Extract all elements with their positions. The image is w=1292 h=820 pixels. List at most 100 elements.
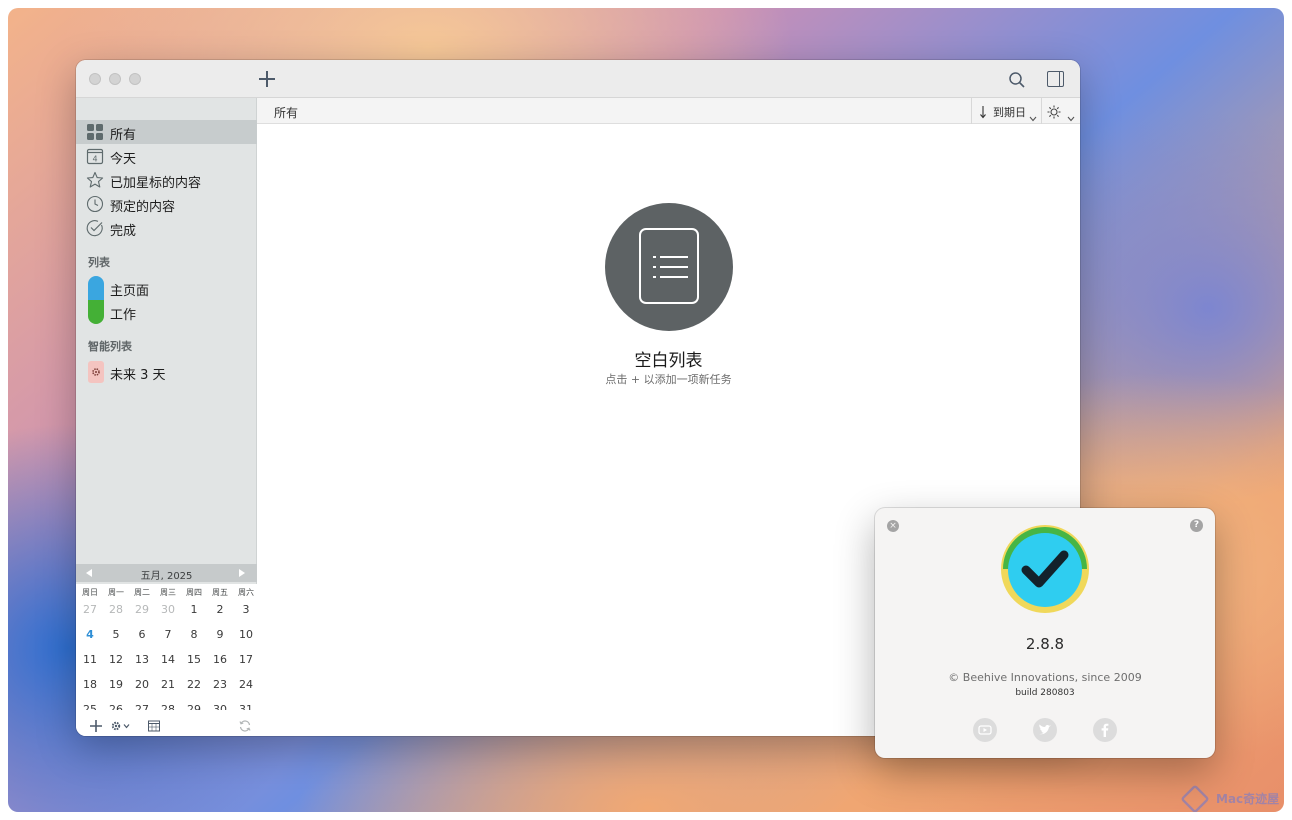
calendar-day[interactable]: 19 bbox=[103, 678, 129, 691]
calendar-day[interactable]: 29 bbox=[129, 603, 155, 616]
sort-by-due-date-button[interactable]: 到期日 bbox=[971, 98, 1041, 124]
calendar-day[interactable]: 9 bbox=[207, 628, 233, 641]
add-list-icon[interactable] bbox=[90, 717, 102, 732]
calendar-day[interactable]: 23 bbox=[207, 678, 233, 691]
calendar-day[interactable]: 11 bbox=[77, 653, 103, 666]
minimize-window-button[interactable] bbox=[109, 73, 121, 85]
calendar-day[interactable]: 17 bbox=[233, 653, 259, 666]
check-circle-icon bbox=[86, 219, 104, 237]
sidebar-item-label: 已加星标的内容 bbox=[110, 176, 202, 191]
calendar-next-icon[interactable] bbox=[239, 569, 245, 577]
twitter-icon[interactable] bbox=[1033, 718, 1057, 742]
sidebar-item-starred[interactable]: 已加星标的内容 bbox=[76, 168, 257, 192]
calendar-day[interactable]: 1 bbox=[181, 603, 207, 616]
build-number: build 280803 bbox=[1015, 688, 1075, 698]
calendar-weekday-label: 周日 bbox=[82, 588, 98, 597]
help-icon[interactable]: ? bbox=[1190, 519, 1203, 532]
watermark-text: Mac奇迹屋 bbox=[1216, 792, 1280, 806]
chevron-down-icon bbox=[1029, 107, 1037, 122]
youtube-icon[interactable] bbox=[973, 718, 997, 742]
sidebar-item-list-work[interactable]: 工作 bbox=[76, 300, 257, 324]
empty-list-title: 空白列表 bbox=[634, 351, 703, 371]
sidebar-item-label: 今天 bbox=[110, 152, 137, 167]
calendar-day[interactable]: 21 bbox=[155, 678, 181, 691]
empty-list-illustration bbox=[605, 203, 733, 331]
settings-gear-icon[interactable] bbox=[110, 717, 132, 731]
calendar-day[interactable]: 3 bbox=[233, 603, 259, 616]
zoom-window-button[interactable] bbox=[129, 73, 141, 85]
mini-calendar-grid: 周日 周一 周二 周三 周四 周五 周六 27 28 29 30 1 2 3 4 5 6 7 8 9 10 11 12 13 1… bbox=[76, 584, 259, 736]
search-icon[interactable] bbox=[1008, 71, 1026, 89]
sidebar-item-scheduled[interactable]: 预定的内容 bbox=[76, 192, 257, 216]
calendar-toggle-icon[interactable] bbox=[148, 717, 160, 732]
close-icon[interactable]: × bbox=[887, 520, 899, 532]
sync-icon[interactable] bbox=[239, 717, 251, 732]
calendar-day[interactable]: 20 bbox=[129, 678, 155, 691]
sidebar: 所有 4 今天 已加星标的内容 预定的内容 完成 列表 主页面 工作 智能列表 … bbox=[76, 98, 257, 736]
sidebar-item-smart-next-3-days[interactable]: 未来 3 天 bbox=[76, 360, 257, 384]
smart-lists-section-header: 智能列表 bbox=[88, 340, 132, 353]
grid-icon bbox=[86, 123, 104, 141]
calendar-day[interactable]: 15 bbox=[181, 653, 207, 666]
svg-text:4: 4 bbox=[92, 155, 97, 164]
sort-arrow-icon bbox=[978, 104, 988, 119]
empty-list-hint: 点击 + 以添加一项新任务 bbox=[605, 373, 732, 386]
view-options-button[interactable] bbox=[1041, 98, 1080, 124]
sidebar-item-label: 完成 bbox=[110, 224, 137, 239]
list-color-swatch bbox=[88, 276, 104, 300]
sidebar-toggle-icon[interactable] bbox=[1047, 71, 1064, 87]
calendar-day[interactable]: 6 bbox=[129, 628, 155, 641]
calendar-day[interactable]: 18 bbox=[77, 678, 103, 691]
calendar-day[interactable]: 2 bbox=[207, 603, 233, 616]
sidebar-item-label: 所有 bbox=[110, 128, 137, 143]
title-bar bbox=[76, 60, 1080, 98]
calendar-day[interactable]: 5 bbox=[103, 628, 129, 641]
watermark-logo-icon bbox=[1180, 784, 1210, 812]
calendar-day-icon: 4 bbox=[86, 147, 104, 165]
calendar-day[interactable]: 13 bbox=[129, 653, 155, 666]
lists-section-header: 列表 bbox=[88, 256, 110, 269]
calendar-weekday-label: 周二 bbox=[134, 588, 150, 597]
sidebar-item-today[interactable]: 4 今天 bbox=[76, 144, 257, 168]
add-task-button[interactable] bbox=[256, 68, 278, 90]
gear-icon bbox=[88, 361, 104, 383]
calendar-day[interactable]: 7 bbox=[155, 628, 181, 641]
sidebar-item-label: 预定的内容 bbox=[110, 200, 176, 215]
calendar-day[interactable]: 28 bbox=[103, 603, 129, 616]
calendar-weekday-label: 周五 bbox=[212, 588, 228, 597]
calendar-weekday-label: 周三 bbox=[160, 588, 176, 597]
calendar-day[interactable]: 10 bbox=[233, 628, 259, 641]
app-version: 2.8.8 bbox=[1025, 635, 1065, 653]
calendar-day[interactable]: 14 bbox=[155, 653, 181, 666]
calendar-day[interactable]: 24 bbox=[233, 678, 259, 691]
sidebar-item-all[interactable]: 所有 bbox=[76, 120, 257, 144]
sidebar-footer bbox=[76, 710, 257, 736]
calendar-weekday-label: 周一 bbox=[108, 588, 124, 597]
sidebar-item-label: 工作 bbox=[110, 308, 137, 323]
watermark: Mac奇迹屋 bbox=[1178, 784, 1284, 812]
list-header-bar: 所有 到期日 bbox=[257, 98, 1080, 124]
list-color-swatch bbox=[88, 300, 104, 324]
app-logo-icon bbox=[1000, 524, 1090, 614]
calendar-day[interactable]: 8 bbox=[181, 628, 207, 641]
calendar-weekday-label: 周四 bbox=[186, 588, 202, 597]
calendar-weekday-label: 周六 bbox=[238, 588, 254, 597]
chevron-down-icon bbox=[1067, 107, 1075, 122]
calendar-day[interactable]: 27 bbox=[77, 603, 103, 616]
sidebar-item-label: 主页面 bbox=[110, 284, 150, 299]
calendar-day[interactable]: 16 bbox=[207, 653, 233, 666]
calendar-day[interactable]: 12 bbox=[103, 653, 129, 666]
clock-icon bbox=[86, 195, 104, 213]
calendar-day[interactable]: 22 bbox=[181, 678, 207, 691]
calendar-day[interactable]: 4 bbox=[77, 628, 103, 641]
facebook-icon[interactable] bbox=[1093, 718, 1117, 742]
close-window-button[interactable] bbox=[89, 73, 101, 85]
calendar-day[interactable]: 30 bbox=[155, 603, 181, 616]
sidebar-item-completed[interactable]: 完成 bbox=[76, 216, 257, 240]
list-title: 所有 bbox=[274, 106, 299, 120]
sidebar-item-label: 未来 3 天 bbox=[110, 368, 166, 383]
copyright-text: © Beehive Innovations, since 2009 bbox=[948, 671, 1142, 684]
mini-calendar-header: 五月, 2025 bbox=[76, 564, 257, 582]
sidebar-item-list-home[interactable]: 主页面 bbox=[76, 276, 257, 300]
star-icon bbox=[86, 171, 104, 189]
